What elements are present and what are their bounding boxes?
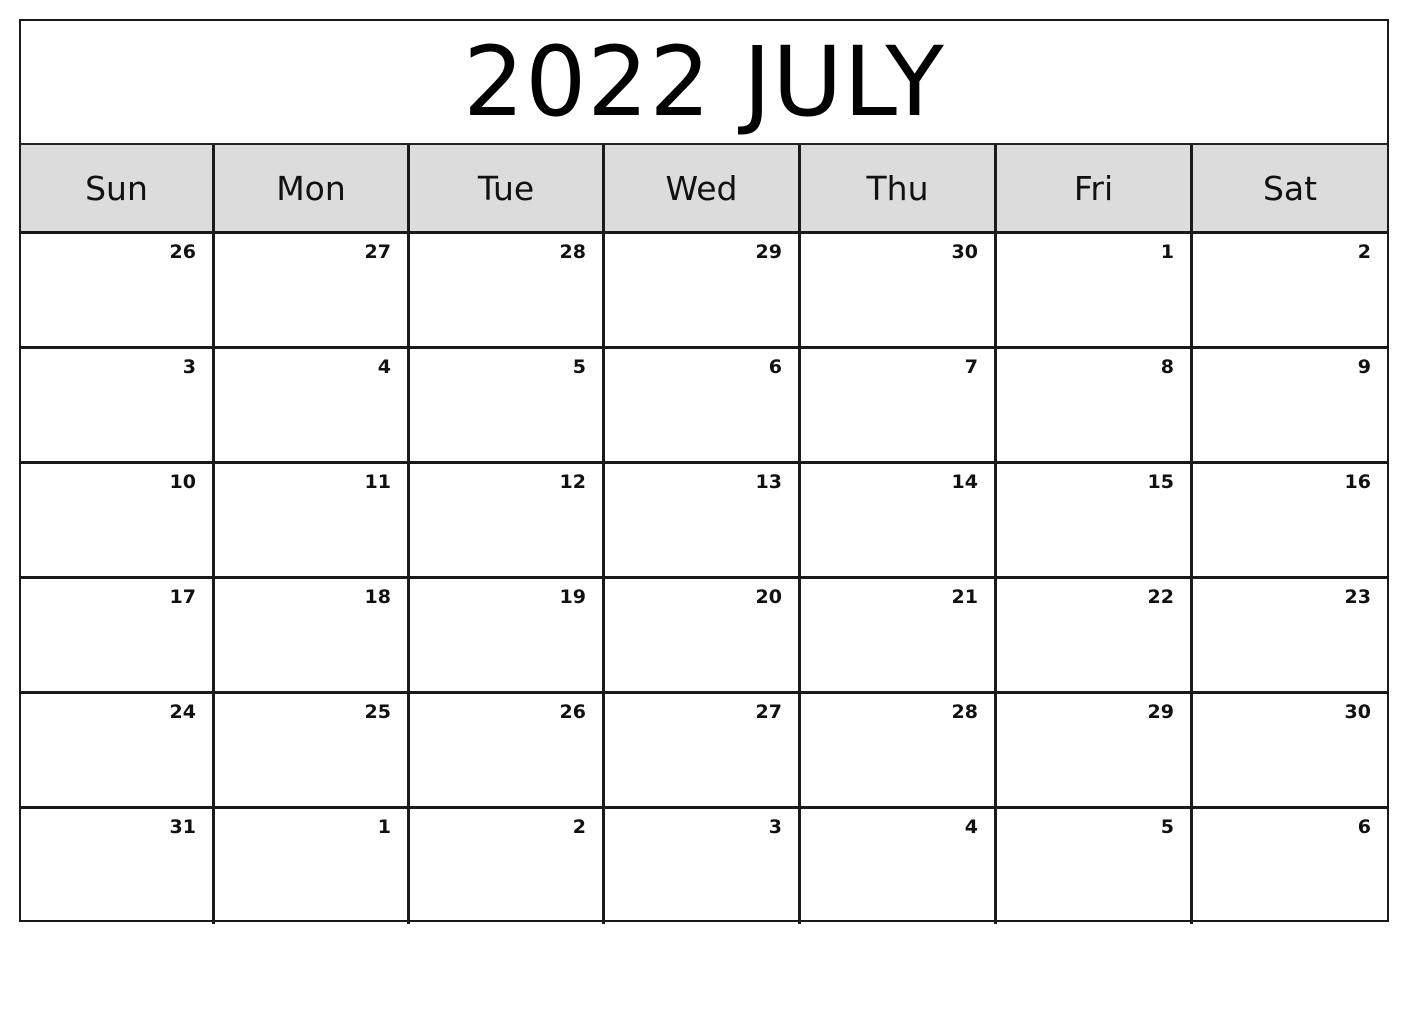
day-number: 12 [559, 471, 586, 493]
day-cell[interactable]: 15 [997, 464, 1193, 579]
day-number: 9 [1357, 356, 1371, 378]
day-number: 20 [755, 586, 782, 608]
day-cell[interactable]: 7 [801, 349, 997, 464]
day-cell[interactable]: 6 [605, 349, 801, 464]
day-cell[interactable]: 19 [410, 579, 605, 694]
day-number: 2 [572, 816, 586, 838]
day-cell[interactable]: 21 [801, 579, 997, 694]
day-number: 16 [1344, 471, 1371, 493]
weekday-header-tue: Tue [410, 145, 605, 234]
day-number: 26 [169, 241, 196, 263]
day-number: 30 [951, 241, 978, 263]
day-cell[interactable]: 18 [215, 579, 410, 694]
day-cell[interactable]: 14 [801, 464, 997, 579]
weekday-header-wed: Wed [605, 145, 801, 234]
day-cell[interactable]: 9 [1193, 349, 1387, 464]
day-number: 6 [1357, 816, 1371, 838]
day-number: 2 [1357, 241, 1371, 263]
day-number: 1 [1160, 241, 1174, 263]
day-number: 8 [1160, 356, 1174, 378]
day-cell[interactable]: 28 [801, 694, 997, 809]
day-number: 27 [755, 701, 782, 723]
day-number: 22 [1147, 586, 1174, 608]
day-number: 29 [1147, 701, 1174, 723]
day-number: 1 [377, 816, 391, 838]
day-number: 17 [169, 586, 196, 608]
weekday-header-fri: Fri [997, 145, 1193, 234]
day-number: 24 [169, 701, 196, 723]
day-cell[interactable]: 1 [215, 809, 410, 924]
day-number: 31 [169, 816, 196, 838]
day-cell[interactable]: 29 [997, 694, 1193, 809]
day-cell[interactable]: 1 [997, 234, 1193, 349]
day-cell[interactable]: 20 [605, 579, 801, 694]
day-cell[interactable]: 11 [215, 464, 410, 579]
day-number: 18 [364, 586, 391, 608]
day-number: 21 [951, 586, 978, 608]
weekday-header-thu: Thu [801, 145, 997, 234]
day-cell[interactable]: 5 [410, 349, 605, 464]
day-cell[interactable]: 10 [21, 464, 215, 579]
day-cell[interactable]: 17 [21, 579, 215, 694]
day-cell[interactable]: 28 [410, 234, 605, 349]
day-cell[interactable]: 31 [21, 809, 215, 924]
day-cell[interactable]: 13 [605, 464, 801, 579]
day-number: 23 [1344, 586, 1371, 608]
day-cell[interactable]: 3 [21, 349, 215, 464]
day-cell[interactable]: 5 [997, 809, 1193, 924]
day-cell[interactable]: 4 [801, 809, 997, 924]
day-number: 11 [364, 471, 391, 493]
day-number: 28 [559, 241, 586, 263]
day-number: 10 [169, 471, 196, 493]
day-cell[interactable]: 30 [801, 234, 997, 349]
day-number: 6 [768, 356, 782, 378]
day-cell[interactable]: 6 [1193, 809, 1387, 924]
day-number: 4 [377, 356, 391, 378]
calendar-title: 2022 JULY [463, 26, 945, 138]
day-cell[interactable]: 27 [605, 694, 801, 809]
day-cell[interactable]: 3 [605, 809, 801, 924]
day-number: 3 [182, 356, 196, 378]
day-number: 5 [572, 356, 586, 378]
day-cell[interactable]: 4 [215, 349, 410, 464]
day-number: 26 [559, 701, 586, 723]
day-cell[interactable]: 26 [410, 694, 605, 809]
weekday-header-sat: Sat [1193, 145, 1387, 234]
day-number: 25 [364, 701, 391, 723]
weekday-header-sun: Sun [21, 145, 215, 234]
day-number: 30 [1344, 701, 1371, 723]
day-cell[interactable]: 2 [1193, 234, 1387, 349]
day-number: 5 [1160, 816, 1174, 838]
day-number: 27 [364, 241, 391, 263]
day-number: 14 [951, 471, 978, 493]
day-number: 28 [951, 701, 978, 723]
day-number: 4 [964, 816, 978, 838]
calendar: 2022 JULY Sun Mon Tue Wed Thu Fri Sat 26 27 28 29 3… [19, 19, 1389, 924]
day-number: 19 [559, 586, 586, 608]
day-cell[interactable]: 12 [410, 464, 605, 579]
weekday-header-mon: Mon [215, 145, 410, 234]
day-number: 29 [755, 241, 782, 263]
day-cell[interactable]: 16 [1193, 464, 1387, 579]
day-cell[interactable]: 22 [997, 579, 1193, 694]
day-cell[interactable]: 30 [1193, 694, 1387, 809]
day-cell[interactable]: 29 [605, 234, 801, 349]
day-cell[interactable]: 8 [997, 349, 1193, 464]
day-number: 3 [768, 816, 782, 838]
day-number: 13 [755, 471, 782, 493]
day-number: 7 [964, 356, 978, 378]
day-cell[interactable]: 27 [215, 234, 410, 349]
day-cell[interactable]: 25 [215, 694, 410, 809]
day-cell[interactable]: 23 [1193, 579, 1387, 694]
day-number: 15 [1147, 471, 1174, 493]
day-cell[interactable]: 2 [410, 809, 605, 924]
day-cell[interactable]: 26 [21, 234, 215, 349]
calendar-grid: Sun Mon Tue Wed Thu Fri Sat 26 27 28 29 30 1 2 3 4 5 6 7 8 9… [21, 143, 1387, 924]
day-cell[interactable]: 24 [21, 694, 215, 809]
